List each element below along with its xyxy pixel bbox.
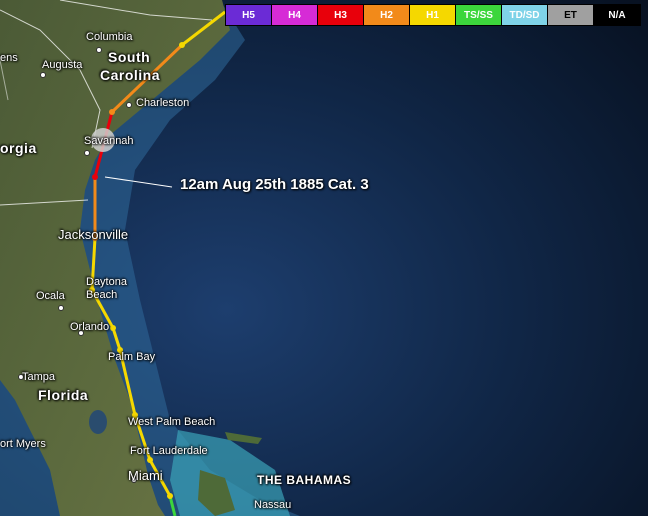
label-jacksonville: Jacksonville [58,227,129,242]
basemap [0,0,648,516]
legend-item-et: ET [548,5,594,25]
label-charleston: Charleston [136,97,190,109]
legend-item-n-a: N/A [594,5,640,25]
dot-ocala [58,305,64,311]
label-the-bahamas: THE BAHAMAS [257,473,352,487]
legend-item-h1: H1 [410,5,456,25]
label-savannah: Savannah [84,135,134,147]
label-ocala: Ocala [36,290,65,302]
map-view[interactable]: Columbia South Carolina Augusta ens Char… [0,0,648,516]
label-ens: ens [0,52,18,64]
label-columbia: Columbia [86,31,133,43]
label-west-palm-beach: West Palm Beach [128,416,216,428]
label-tampa: Tampa [22,371,56,383]
label-beach: Beach [86,289,118,301]
label-augusta: Augusta [42,59,83,71]
label-south: South [108,49,151,65]
label-palm-bay: Palm Bay [108,351,156,363]
legend-item-h4: H4 [272,5,318,25]
dot-augusta [40,72,46,78]
label-miami: Miami [128,468,163,483]
legend-item-ts-ss: TS/SS [456,5,502,25]
label-daytona: Daytona [86,276,127,288]
label-georgia: orgia [0,140,37,156]
label-carolina: Carolina [100,67,161,83]
dot-charleston [126,102,132,108]
label-fort-lauderdale: Fort Lauderdale [130,445,208,457]
legend-item-h2: H2 [364,5,410,25]
legend-item-h3: H3 [318,5,364,25]
label-nassau: Nassau [254,499,292,511]
dot-savannah [84,150,90,156]
label-orlando: Orlando [70,321,110,333]
category-legend: H5 H4 H3 H2 H1 TS/SS TD/SD ET N/A [225,4,641,26]
legend-item-td-sd: TD/SD [502,5,548,25]
dot-columbia [96,47,102,53]
label-florida: Florida [38,387,89,403]
lake-okeechobee [89,410,107,434]
legend-item-h5: H5 [226,5,272,25]
track-point-annotation: 12am Aug 25th 1885 Cat. 3 [180,176,369,193]
label-fort-myers: ort Myers [0,438,46,450]
